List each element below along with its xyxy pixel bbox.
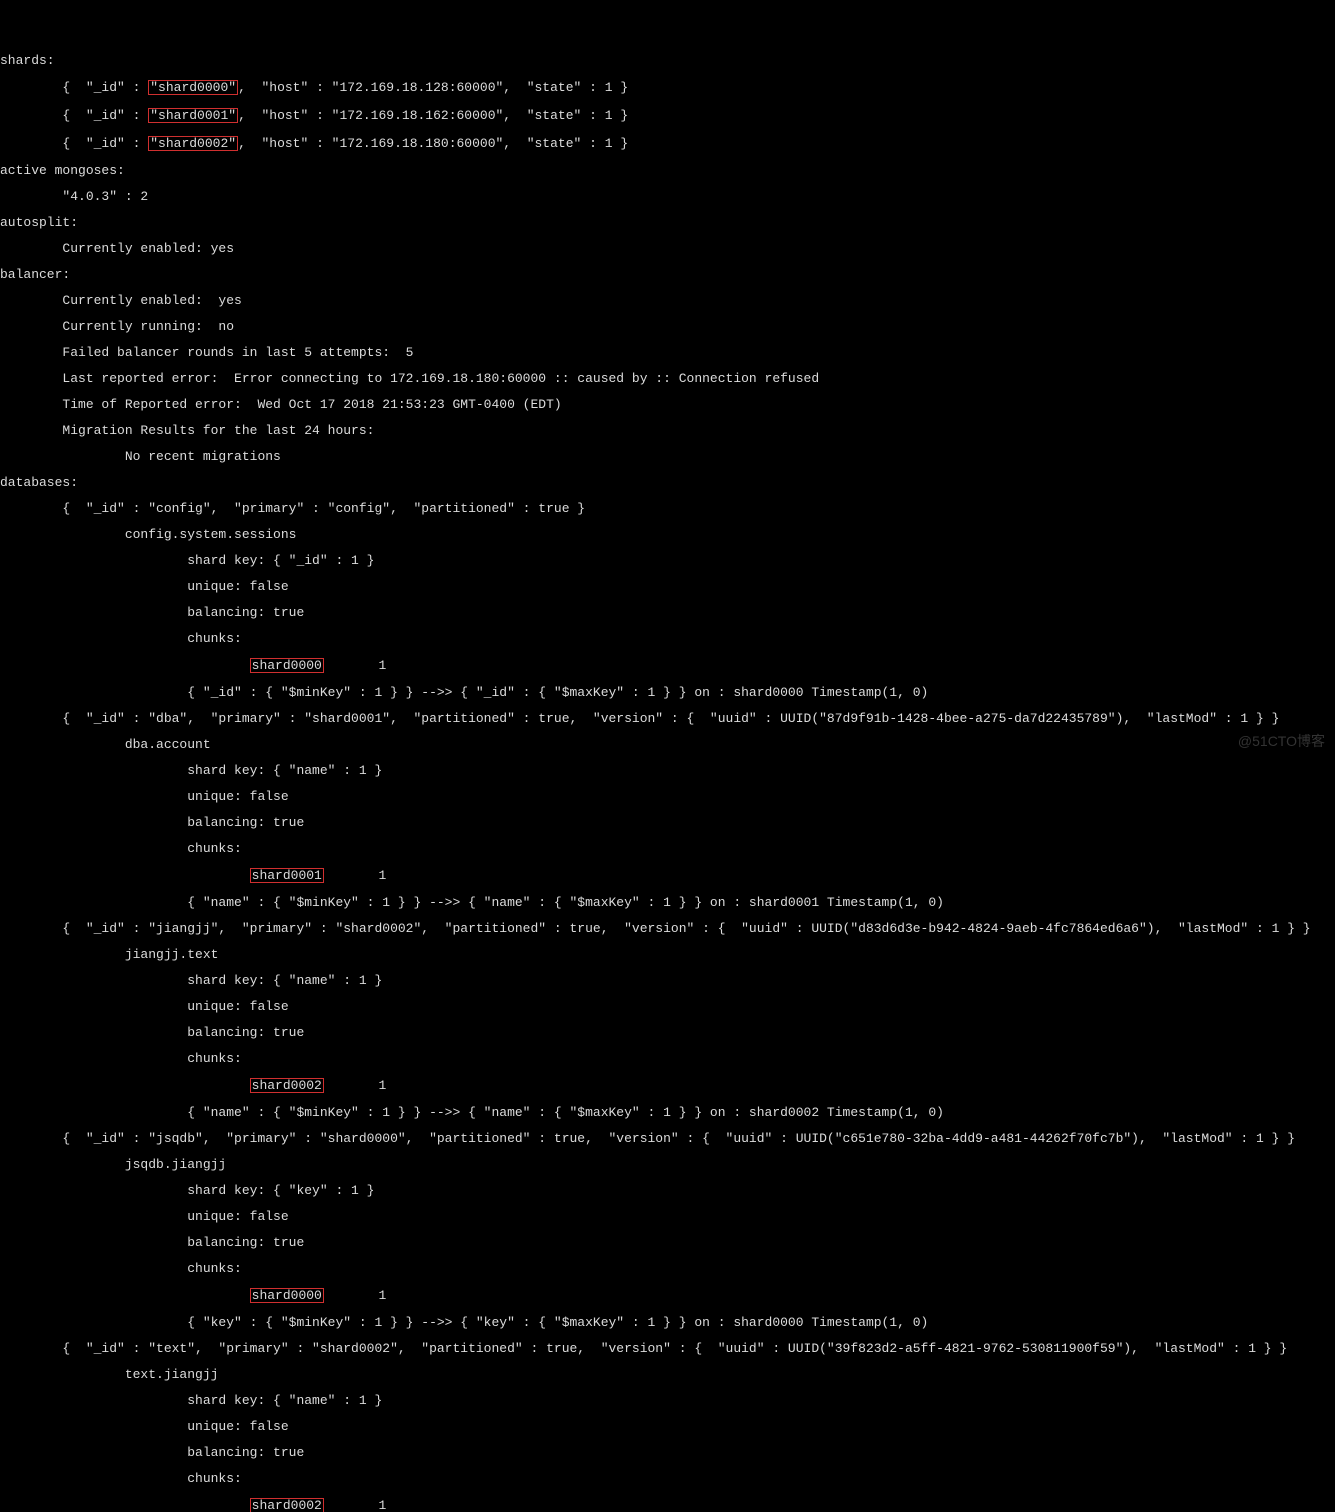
jsqdb-chunks: chunks:: [0, 1262, 1335, 1275]
shard-post: , "host" : "172.169.18.128:60000", "stat…: [238, 80, 628, 95]
dba-chunks: chunks:: [0, 842, 1335, 855]
shard-line-0: { "_id" : "shard0000", "host" : "172.169…: [0, 80, 1335, 95]
shard-pre: { "_id" :: [0, 108, 148, 123]
jiangjj-chunks: chunks:: [0, 1052, 1335, 1065]
jsqdb-shardkey: shard key: { "key" : 1 }: [0, 1184, 1335, 1197]
config-shardkey: shard key: { "_id" : 1 }: [0, 554, 1335, 567]
config-range: { "_id" : { "$minKey" : 1 } } -->> { "_i…: [0, 686, 1335, 699]
chunk-shard-highlight: shard0001: [250, 868, 324, 883]
shard-line-1: { "_id" : "shard0001", "host" : "172.169…: [0, 108, 1335, 123]
balancer-migration-header: Migration Results for the last 24 hours:: [0, 424, 1335, 437]
shard-post: , "host" : "172.169.18.162:60000", "stat…: [238, 108, 628, 123]
watermark: @51CTO博客: [1238, 734, 1325, 748]
shard-id-highlight: "shard0002": [148, 136, 238, 151]
db-jsqdb: { "_id" : "jsqdb", "primary" : "shard000…: [0, 1132, 1335, 1145]
jiangjj-shardkey: shard key: { "name" : 1 }: [0, 974, 1335, 987]
shard-pre: { "_id" :: [0, 80, 148, 95]
chunk-shard-highlight: shard0000: [250, 658, 324, 673]
balancer-last-error: Last reported error: Error connecting to…: [0, 372, 1335, 385]
text-shardkey: shard key: { "name" : 1 }: [0, 1394, 1335, 1407]
jsqdb-balancing: balancing: true: [0, 1236, 1335, 1249]
config-sessions: config.system.sessions: [0, 528, 1335, 541]
dba-account: dba.account: [0, 738, 1335, 751]
databases-header: databases:: [0, 476, 1335, 489]
chunk-shard-highlight: shard0002: [250, 1498, 324, 1512]
jsqdb-range: { "key" : { "$minKey" : 1 } } -->> { "ke…: [0, 1316, 1335, 1329]
balancer-migration-none: No recent migrations: [0, 450, 1335, 463]
jiangjj-unique: unique: false: [0, 1000, 1335, 1013]
db-dba: { "_id" : "dba", "primary" : "shard0001"…: [0, 712, 1335, 725]
balancer-running: Currently running: no: [0, 320, 1335, 333]
autosplit-header: autosplit:: [0, 216, 1335, 229]
chunk-pre: [0, 1078, 250, 1093]
text-balancing: balancing: true: [0, 1446, 1335, 1459]
balancer-header: balancer:: [0, 268, 1335, 281]
active-mongoses-version: "4.0.3" : 2: [0, 190, 1335, 203]
chunk-post: 1: [324, 1288, 386, 1303]
text-chunks: chunks:: [0, 1472, 1335, 1485]
text-jiangjj: text.jiangjj: [0, 1368, 1335, 1381]
shard-id-highlight: "shard0001": [148, 108, 238, 123]
balancer-failed: Failed balancer rounds in last 5 attempt…: [0, 346, 1335, 359]
dba-unique: unique: false: [0, 790, 1335, 803]
dba-balancing: balancing: true: [0, 816, 1335, 829]
config-unique: unique: false: [0, 580, 1335, 593]
shard-line-2: { "_id" : "shard0002", "host" : "172.169…: [0, 136, 1335, 151]
jiangjj-balancing: balancing: true: [0, 1026, 1335, 1039]
dba-shardkey: shard key: { "name" : 1 }: [0, 764, 1335, 777]
chunk-post: 1: [324, 868, 386, 883]
config-balancing: balancing: true: [0, 606, 1335, 619]
autosplit-enabled: Currently enabled: yes: [0, 242, 1335, 255]
jsqdb-jiangjj: jsqdb.jiangjj: [0, 1158, 1335, 1171]
config-chunk-line: shard0000 1: [0, 658, 1335, 673]
text-unique: unique: false: [0, 1420, 1335, 1433]
jsqdb-unique: unique: false: [0, 1210, 1335, 1223]
jsqdb-chunk-line: shard0000 1: [0, 1288, 1335, 1303]
chunk-pre: [0, 658, 250, 673]
chunk-pre: [0, 1498, 250, 1512]
chunk-post: 1: [324, 1078, 386, 1093]
chunk-pre: [0, 868, 250, 883]
dba-chunk-line: shard0001 1: [0, 868, 1335, 883]
balancer-enabled: Currently enabled: yes: [0, 294, 1335, 307]
shards-header: shards:: [0, 54, 1335, 67]
chunk-post: 1: [324, 1498, 386, 1512]
jiangjj-chunk-line: shard0002 1: [0, 1078, 1335, 1093]
chunk-shard-highlight: shard0002: [250, 1078, 324, 1093]
db-config: { "_id" : "config", "primary" : "config"…: [0, 502, 1335, 515]
shard-pre: { "_id" :: [0, 136, 148, 151]
shard-id-highlight: "shard0000": [148, 80, 238, 95]
db-text: { "_id" : "text", "primary" : "shard0002…: [0, 1342, 1335, 1355]
chunk-pre: [0, 1288, 250, 1303]
db-jiangjj: { "_id" : "jiangjj", "primary" : "shard0…: [0, 922, 1335, 935]
chunk-shard-highlight: shard0000: [250, 1288, 324, 1303]
chunk-post: 1: [324, 658, 386, 673]
dba-range: { "name" : { "$minKey" : 1 } } -->> { "n…: [0, 896, 1335, 909]
shard-post: , "host" : "172.169.18.180:60000", "stat…: [238, 136, 628, 151]
jiangjj-text: jiangjj.text: [0, 948, 1335, 961]
jiangjj-range: { "name" : { "$minKey" : 1 } } -->> { "n…: [0, 1106, 1335, 1119]
text-chunk-line: shard0002 1: [0, 1498, 1335, 1512]
config-chunks: chunks:: [0, 632, 1335, 645]
active-mongoses-header: active mongoses:: [0, 164, 1335, 177]
balancer-time: Time of Reported error: Wed Oct 17 2018 …: [0, 398, 1335, 411]
